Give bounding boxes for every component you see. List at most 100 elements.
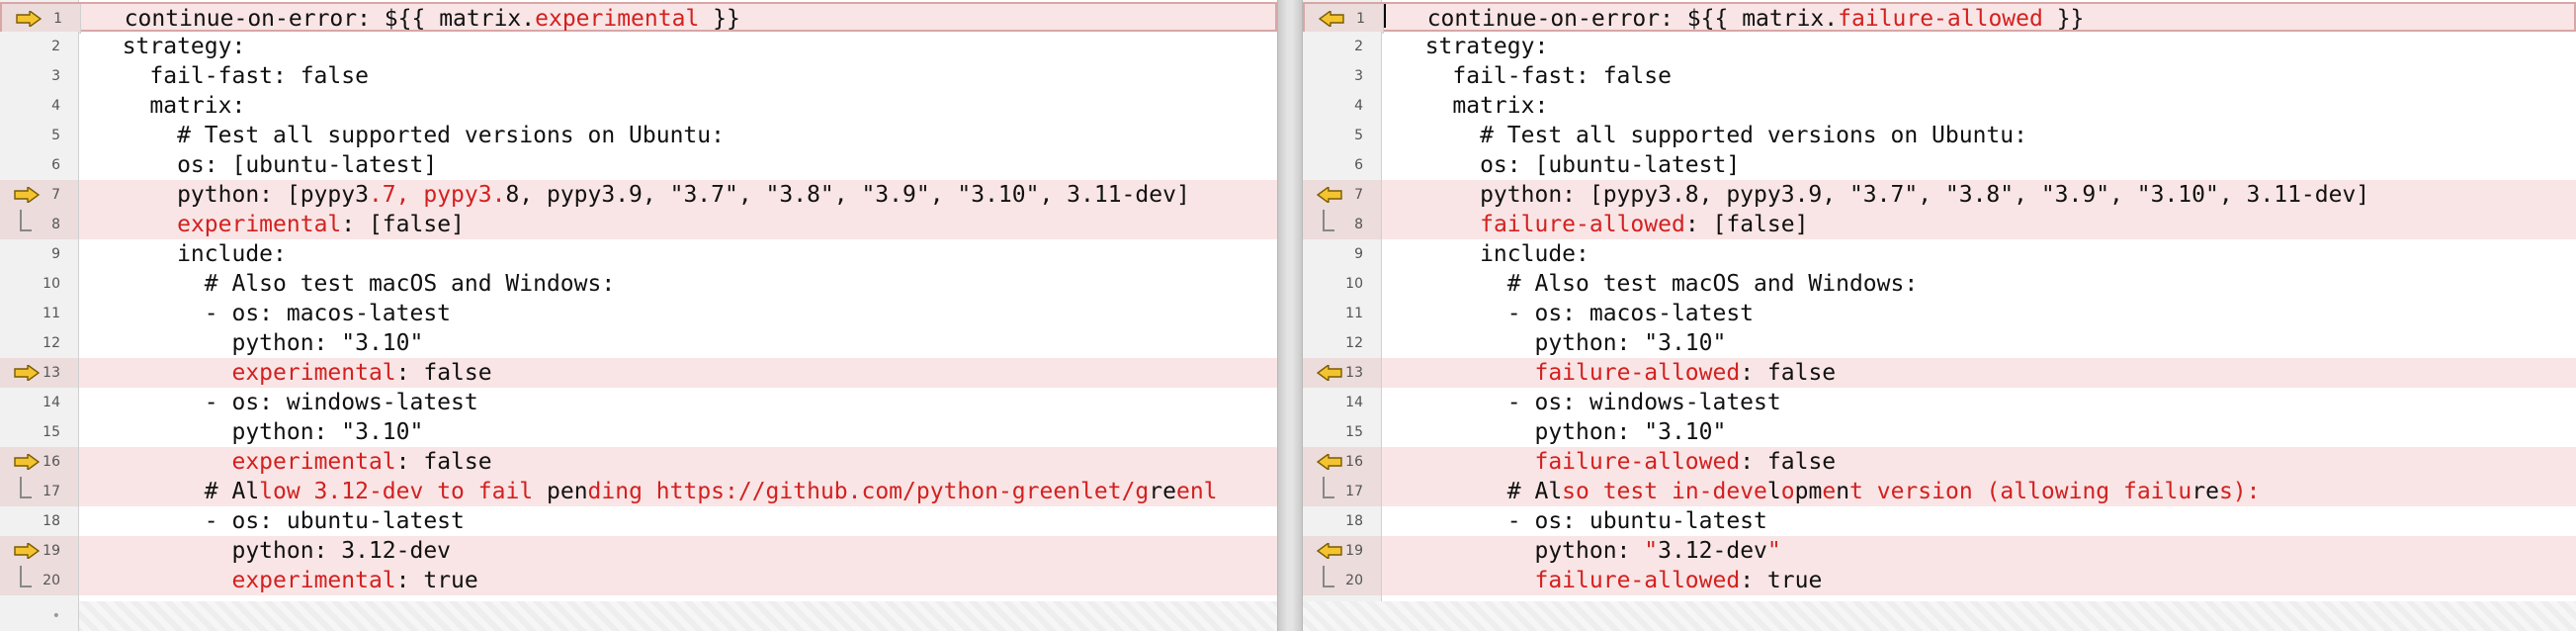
merge-arrow-icon[interactable] xyxy=(14,365,40,381)
merge-arrow-icon[interactable] xyxy=(1317,187,1342,203)
code-text[interactable]: - os: ubuntu-latest xyxy=(95,506,465,536)
code-line[interactable]: 3 fail-fast: false xyxy=(1303,61,2576,91)
code-line[interactable]: 18 - os: ubuntu-latest xyxy=(1303,506,2576,536)
code-line[interactable]: 3 fail-fast: false xyxy=(0,61,1277,91)
code-text[interactable]: python: 3.12-dev xyxy=(95,536,451,566)
code-text[interactable]: include: xyxy=(1398,239,1589,269)
code-line[interactable]: 11 - os: macos-latest xyxy=(0,299,1277,328)
code-text[interactable]: experimental: false xyxy=(95,358,491,388)
merge-arrow-icon[interactable] xyxy=(1319,11,1344,27)
line-number: 2 xyxy=(1303,32,1382,61)
code-text[interactable]: matrix: xyxy=(95,91,245,121)
merge-arrow-icon[interactable] xyxy=(16,11,42,27)
code-segment: python: "3.10" xyxy=(95,330,424,356)
code-text[interactable]: - os: macos-latest xyxy=(1398,299,1754,328)
code-text[interactable]: # Also test in-development version (allo… xyxy=(1398,477,2261,506)
code-line[interactable]: 16 failure-allowed: false xyxy=(1303,447,2576,477)
code-line[interactable]: 6 os: [ubuntu-latest] xyxy=(0,150,1277,180)
right-pane[interactable]: 1 continue-on-error: ${{ matrix.failure-… xyxy=(1303,0,2576,631)
code-text[interactable]: python: "3.10" xyxy=(95,328,423,358)
code-line[interactable]: 19 python: 3.12-dev xyxy=(0,536,1277,566)
code-line[interactable]: 20 experimental: true xyxy=(0,566,1277,595)
code-line[interactable]: 11 - os: macos-latest xyxy=(1303,299,2576,328)
code-line[interactable]: 17 # Allow 3.12-dev to fail pending http… xyxy=(0,477,1277,506)
code-text[interactable]: python: [pypy3.7, pypy3.8, pypy3.9, "3.7… xyxy=(95,180,1190,210)
code-text[interactable]: include: xyxy=(95,239,287,269)
code-line[interactable]: 19 python: "3.12-dev" xyxy=(1303,536,2576,566)
code-line[interactable]: 4 matrix: xyxy=(0,91,1277,121)
code-text[interactable]: continue-on-error: ${{ matrix.failure-al… xyxy=(1400,4,2085,34)
merge-arrow-icon[interactable] xyxy=(14,187,40,203)
code-line[interactable]: 5 # Test all supported versions on Ubunt… xyxy=(0,121,1277,150)
code-line[interactable]: 10 # Also test macOS and Windows: xyxy=(1303,269,2576,299)
code-line[interactable]: 6 os: [ubuntu-latest] xyxy=(1303,150,2576,180)
line-number: 5 xyxy=(1303,121,1382,150)
code-text[interactable]: python: "3.10" xyxy=(1398,328,1726,358)
code-line[interactable]: 15 python: "3.10" xyxy=(0,417,1277,447)
merge-arrow-icon[interactable] xyxy=(1317,543,1342,559)
code-line[interactable]: 20 failure-allowed: true xyxy=(1303,566,2576,595)
merge-arrow-icon[interactable] xyxy=(1317,454,1342,470)
code-line[interactable]: 8 experimental: [false] xyxy=(0,210,1277,239)
code-text[interactable]: - os: windows-latest xyxy=(95,388,478,417)
code-line[interactable]: 15 python: "3.10" xyxy=(1303,417,2576,447)
code-line[interactable]: 14 - os: windows-latest xyxy=(1303,388,2576,417)
code-text[interactable]: experimental: false xyxy=(95,447,491,477)
code-text[interactable]: python: "3.10" xyxy=(1398,417,1726,447)
code-text[interactable]: python: [pypy3.8, pypy3.9, "3.7", "3.8",… xyxy=(1398,180,2369,210)
code-text[interactable]: experimental: [false] xyxy=(95,210,465,239)
code-line[interactable]: 13 experimental: false xyxy=(0,358,1277,388)
end-marker: • xyxy=(0,601,79,631)
code-text[interactable]: failure-allowed: [false] xyxy=(1398,210,1808,239)
code-line[interactable]: 7 python: [pypy3.8, pypy3.9, "3.7", "3.8… xyxy=(1303,180,2576,210)
code-line[interactable]: 8 failure-allowed: [false] xyxy=(1303,210,2576,239)
code-text[interactable]: failure-allowed: false xyxy=(1398,447,1836,477)
code-text[interactable]: strategy: xyxy=(95,32,246,61)
code-line[interactable]: 16 experimental: false xyxy=(0,447,1277,477)
code-line[interactable]: 12 python: "3.10" xyxy=(1303,328,2576,358)
code-text[interactable]: continue-on-error: ${{ matrix.experiment… xyxy=(97,4,740,34)
code-text[interactable]: - os: ubuntu-latest xyxy=(1398,506,1767,536)
code-line[interactable]: 2 strategy: xyxy=(1303,32,2576,61)
code-text[interactable]: # Test all supported versions on Ubuntu: xyxy=(1398,121,2027,150)
code-text[interactable]: # Also test macOS and Windows: xyxy=(95,269,615,299)
code-text[interactable]: - os: windows-latest xyxy=(1398,388,1781,417)
code-text[interactable]: - os: macos-latest xyxy=(95,299,451,328)
code-line[interactable]: 2 strategy: xyxy=(0,32,1277,61)
left-pane[interactable]: 1 continue-on-error: ${{ matrix.experime… xyxy=(0,0,1277,631)
code-text[interactable]: # Also test macOS and Windows: xyxy=(1398,269,1918,299)
code-line[interactable]: 14 - os: windows-latest xyxy=(0,388,1277,417)
code-line[interactable]: 1 continue-on-error: ${{ matrix.failure-… xyxy=(1303,2,2576,34)
code-text[interactable]: failure-allowed: true xyxy=(1398,566,1822,595)
code-segment: # Test all supported versions on Ubuntu: xyxy=(1398,123,2027,148)
code-line[interactable]: 13 failure-allowed: false xyxy=(1303,358,2576,388)
pane-splitter[interactable] xyxy=(1277,0,1303,631)
code-text[interactable]: # Test all supported versions on Ubuntu: xyxy=(95,121,725,150)
merge-arrow-icon[interactable] xyxy=(1317,365,1342,381)
code-line[interactable]: 12 python: "3.10" xyxy=(0,328,1277,358)
code-text[interactable]: fail-fast: false xyxy=(1398,61,1672,91)
code-line[interactable]: 5 # Test all supported versions on Ubunt… xyxy=(1303,121,2576,150)
code-text[interactable]: strategy: xyxy=(1398,32,1549,61)
merge-arrow-icon[interactable] xyxy=(14,543,40,559)
code-text[interactable]: os: [ubuntu-latest] xyxy=(1398,150,1740,180)
code-text[interactable]: matrix: xyxy=(1398,91,1548,121)
line-number: 12 xyxy=(0,328,79,358)
code-line[interactable]: 1 continue-on-error: ${{ matrix.experime… xyxy=(0,2,1277,34)
code-line[interactable]: 18 - os: ubuntu-latest xyxy=(0,506,1277,536)
code-text[interactable]: os: [ubuntu-latest] xyxy=(95,150,437,180)
code-text[interactable]: failure-allowed: false xyxy=(1398,358,1836,388)
merge-arrow-icon[interactable] xyxy=(14,454,40,470)
code-line[interactable]: 9 include: xyxy=(1303,239,2576,269)
code-text[interactable]: # Allow 3.12-dev to fail pending https:/… xyxy=(95,477,1218,506)
code-text[interactable]: python: "3.12-dev" xyxy=(1398,536,1780,566)
code-text[interactable]: python: "3.10" xyxy=(95,417,423,447)
code-line[interactable]: 9 include: xyxy=(0,239,1277,269)
code-line[interactable]: 17 # Also test in-development version (a… xyxy=(1303,477,2576,506)
code-text[interactable]: experimental: true xyxy=(95,566,477,595)
code-line[interactable]: 4 matrix: xyxy=(1303,91,2576,121)
code-line[interactable]: 7 python: [pypy3.7, pypy3.8, pypy3.9, "3… xyxy=(0,180,1277,210)
code-text[interactable]: fail-fast: false xyxy=(95,61,369,91)
code-line[interactable]: 10 # Also test macOS and Windows: xyxy=(0,269,1277,299)
